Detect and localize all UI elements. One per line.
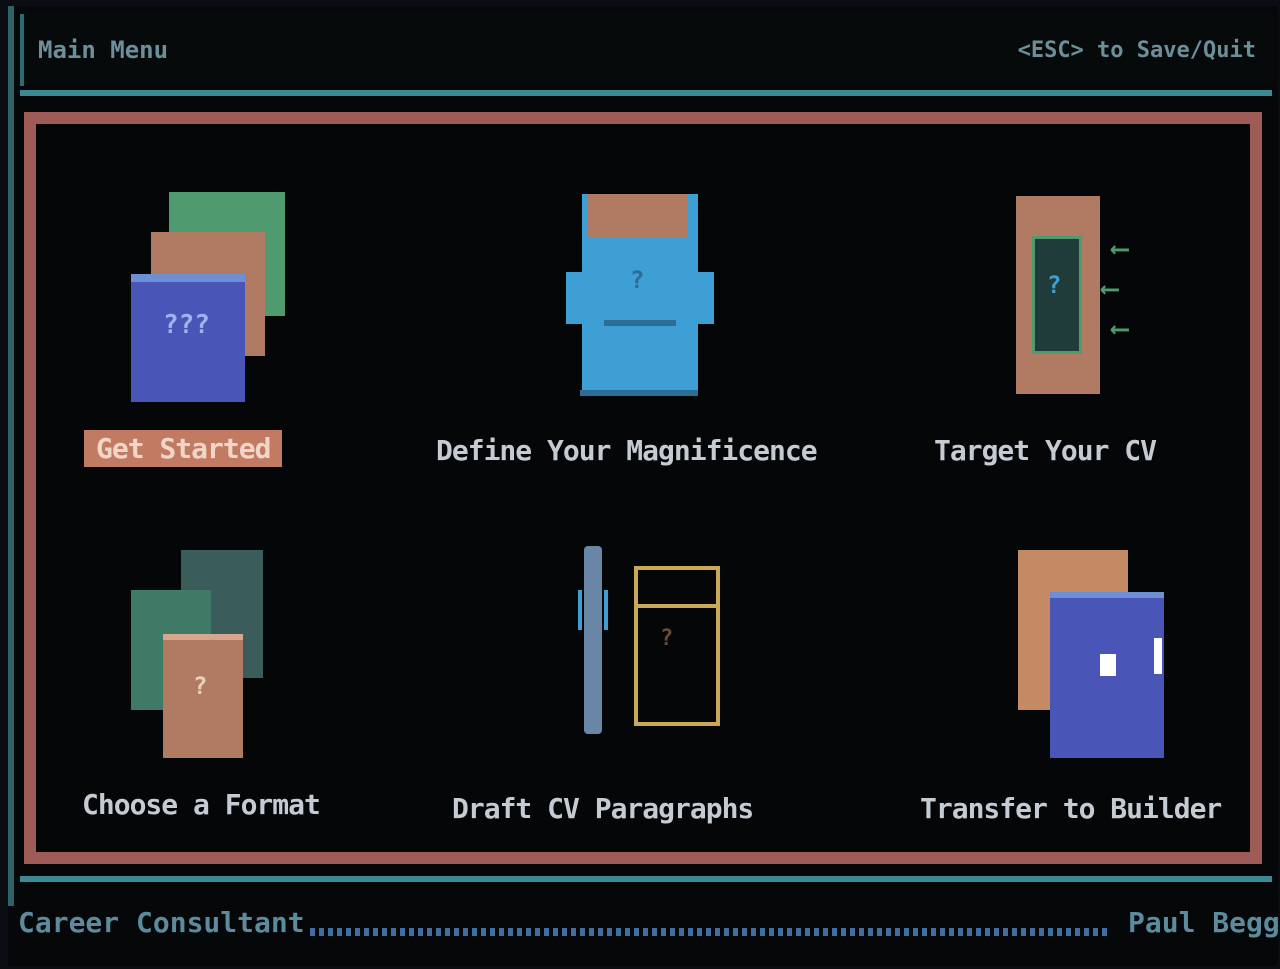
page-glyph: ?: [660, 626, 674, 651]
menu-item-transfer-to-builder[interactable]: Transfer to Builder: [920, 792, 1222, 825]
format-glyph: ?: [193, 672, 208, 700]
menu-item-define-your-magnificence[interactable]: Define Your Magnificence: [436, 434, 818, 467]
blue-face-icon[interactable]: ?: [566, 194, 716, 404]
door-glyph: ?: [1047, 271, 1062, 299]
pen-and-page-icon[interactable]: ?: [570, 546, 740, 746]
esc-save-quit-hint: <ESC> to Save/Quit: [1017, 38, 1256, 63]
menu-item-draft-cv-paragraphs[interactable]: Draft CV Paragraphs: [452, 792, 754, 825]
author-name: Paul Begg: [1128, 906, 1280, 939]
arrow-left-icon: ⟵: [1102, 274, 1118, 304]
arrow-left-icon: ⟵: [1112, 314, 1128, 344]
bottom-divider: [20, 876, 1272, 882]
transfer-cards-icon[interactable]: [1018, 550, 1178, 760]
menu-item-choose-a-format[interactable]: Choose a Format: [82, 788, 321, 821]
menu-title: Main Menu: [38, 36, 169, 64]
face-glyph: ?: [630, 266, 645, 294]
target-door-arrows-icon[interactable]: ? ⟵ ⟵ ⟵: [1016, 196, 1186, 406]
title-bar: Main Menu <ESC> to Save/Quit: [20, 14, 1274, 86]
top-divider: [20, 90, 1272, 96]
question-cards-icon[interactable]: ???: [131, 192, 291, 402]
arrow-left-icon: ⟵: [1112, 234, 1128, 264]
main-menu-panel: ??? Get Started ? Define Your Magnificen…: [24, 112, 1262, 864]
app-name: Career Consultant: [18, 906, 305, 939]
screen-edge: [8, 6, 14, 906]
menu-item-get-started[interactable]: Get Started: [84, 430, 283, 467]
footer-dotted-rule: [310, 928, 1110, 936]
menu-item-target-your-cv[interactable]: Target Your CV: [934, 434, 1157, 467]
format-cards-icon[interactable]: ?: [131, 550, 271, 760]
question-glyph: ???: [163, 310, 210, 340]
